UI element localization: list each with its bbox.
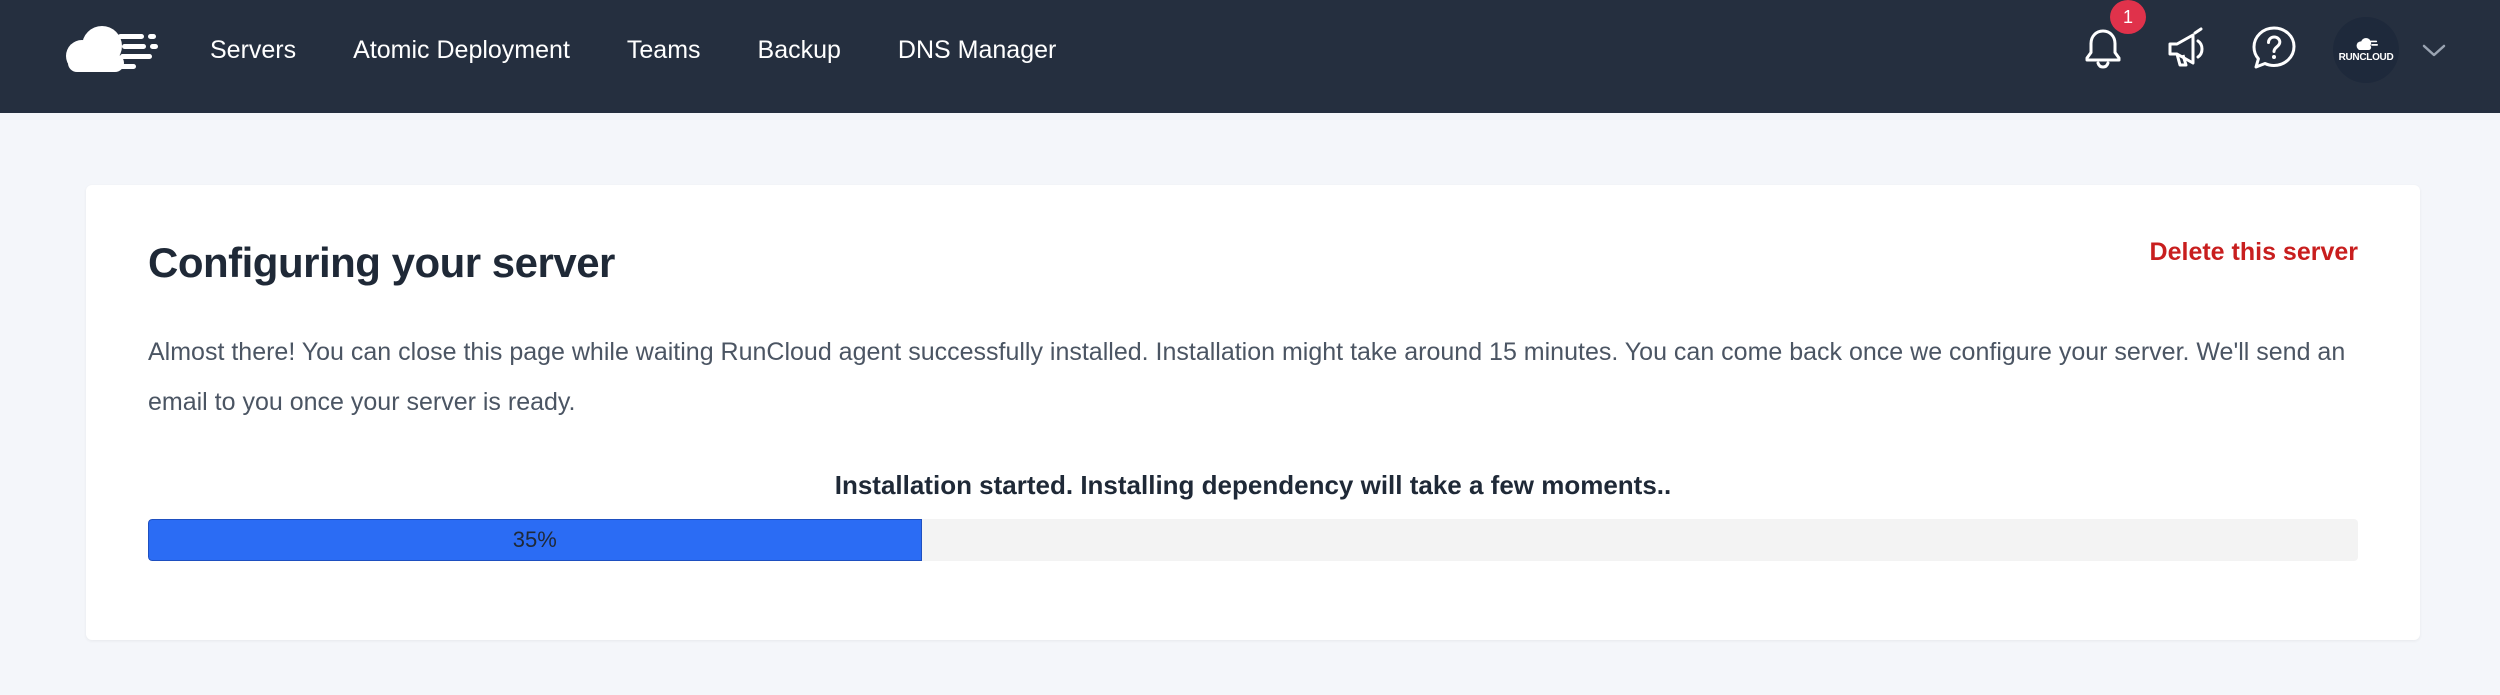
avatar-label: RUNCLOUD	[2338, 51, 2394, 63]
question-icon	[2252, 26, 2296, 69]
notification-count-badge: 1	[2110, 0, 2146, 34]
cloud-icon	[2356, 37, 2378, 50]
install-status-text: Installation started. Installing depende…	[834, 470, 1672, 500]
nav-backup[interactable]: Backup	[758, 36, 841, 65]
user-avatar[interactable]: RUNCLOUD	[2333, 17, 2399, 83]
announcements-button[interactable]	[2162, 22, 2214, 74]
page-title: Configuring your server	[148, 239, 615, 286]
progress-fill: 35%	[148, 519, 922, 561]
install-progress-bar: 35%	[148, 519, 2358, 561]
delete-server-link[interactable]: Delete this server	[2150, 238, 2358, 267]
runcloud-logo-icon[interactable]	[54, 22, 160, 76]
help-button[interactable]	[2248, 22, 2300, 74]
progress-percent-label: 35%	[512, 527, 557, 552]
nav-atomic-deployment[interactable]: Atomic Deployment	[353, 36, 570, 65]
nav-servers[interactable]: Servers	[210, 36, 296, 65]
chevron-down-icon	[2422, 44, 2446, 57]
main-nav: Servers Atomic Deployment Teams Backup D…	[210, 0, 1113, 100]
server-setup-card: Configuring your server Delete this serv…	[86, 185, 2420, 640]
nav-teams[interactable]: Teams	[627, 36, 701, 65]
top-navbar: Servers Atomic Deployment Teams Backup D…	[0, 0, 2500, 113]
setup-description: Almost there! You can close this page wh…	[148, 338, 2346, 416]
nav-dns-manager[interactable]: DNS Manager	[898, 36, 1056, 65]
megaphone-icon	[2168, 27, 2204, 67]
account-menu-toggle[interactable]	[2420, 38, 2448, 62]
